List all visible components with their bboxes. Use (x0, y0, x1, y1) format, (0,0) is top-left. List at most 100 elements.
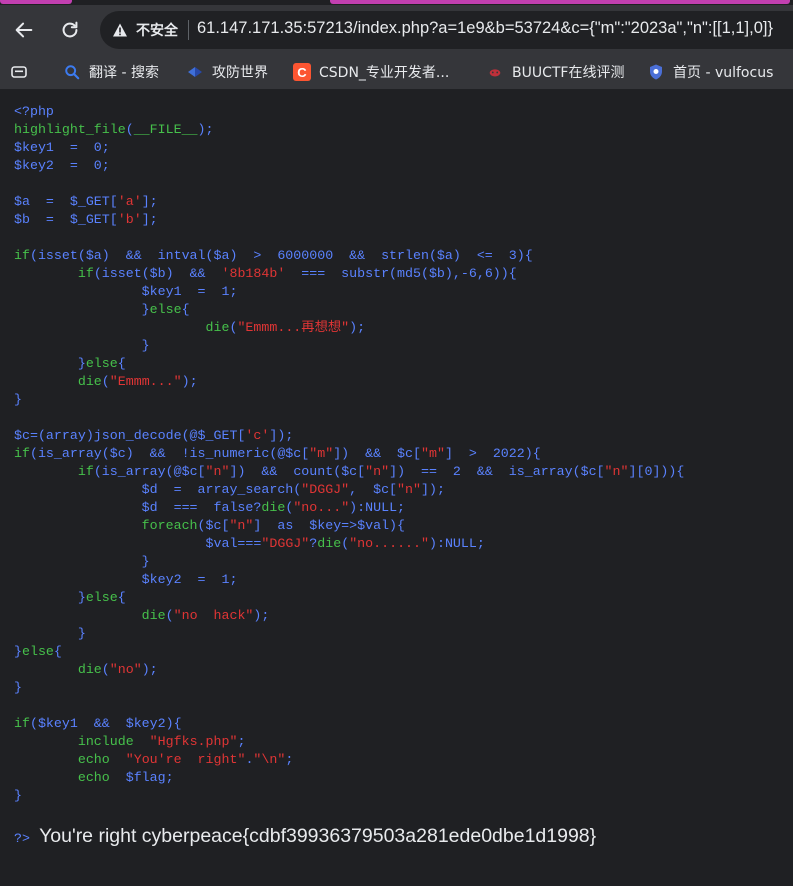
code-token: } (14, 338, 150, 353)
code-token: ($c[ (197, 518, 230, 533)
code-line: if(is_array($c) && !is_numeric(@$c["m"])… (14, 446, 541, 461)
bookmark-vulfocus[interactable]: 首页 - vulfocus (647, 61, 773, 83)
php-source-code: <?php highlight_file(__FILE__); $key1 = … (14, 103, 684, 805)
back-button[interactable] (7, 13, 41, 47)
code-token: ); (253, 608, 270, 623)
code-line: echo "You're right"."\n"; (14, 752, 293, 767)
code-token: "\n" (253, 752, 286, 767)
code-line: foreach($c["n"] as $key=>$val){ (14, 518, 405, 533)
code-token: ]) == 2 && is_array($c[ (389, 464, 605, 479)
code-token: $a = $_GET[ (14, 194, 118, 209)
code-token: $flag; (109, 770, 174, 785)
code-token: "n" (205, 464, 230, 479)
page-content: <?php highlight_file(__FILE__); $key1 = … (0, 90, 793, 886)
code-token: } (14, 788, 22, 803)
code-token: if (14, 248, 30, 263)
code-token: ; (237, 734, 246, 749)
code-token: , $c[ (349, 482, 398, 497)
code-line: $key2 = 0; (14, 158, 110, 173)
php-close-tag: ?> (14, 831, 30, 846)
code-token: 'a' (117, 194, 142, 209)
code-token: { (117, 590, 126, 605)
bookmark-translate[interactable]: 翻译 - 搜索 (63, 61, 159, 83)
adworld-icon (186, 63, 204, 81)
code-token: ]); (421, 482, 445, 497)
browser-toolbar: 不安全 61.147.171.35:57213/index.php?a=1e9&… (0, 5, 793, 55)
code-token: "m" (420, 446, 445, 461)
code-token: ( (101, 374, 110, 389)
code-line: $key1 = 0; (14, 140, 110, 155)
reload-icon (62, 21, 78, 38)
url-text[interactable]: 61.147.171.35:57213/index.php?a=1e9&b=53… (197, 19, 773, 38)
vulfocus-icon (647, 63, 665, 81)
code-token: "no......" (349, 536, 429, 551)
code-line: $key1 = 1; (14, 284, 238, 299)
bookmark-csdn[interactable]: C CSDN_专业开发者... (293, 61, 449, 83)
bookmark-adworld[interactable]: 攻防世界 (186, 61, 268, 83)
code-token: ):NULL; (428, 536, 485, 551)
bookmark-tab-search[interactable] (10, 61, 36, 83)
code-token: ] > 2022){ (444, 446, 541, 461)
code-token: $key1 = 0; (14, 140, 110, 155)
code-line: } (14, 788, 22, 803)
buuctf-icon (486, 63, 504, 81)
reload-button[interactable] (53, 13, 87, 47)
code-token: ] as $key=>$val){ (253, 518, 406, 533)
code-token: "DGGJ" (301, 482, 350, 497)
code-token: ($key1 && $key2){ (29, 716, 182, 731)
code-token: else (149, 302, 182, 317)
address-bar[interactable]: 不安全 61.147.171.35:57213/index.php?a=1e9&… (100, 11, 793, 49)
code-line: } (14, 338, 150, 353)
code-token: "You're right" (125, 752, 246, 767)
code-token: ]; (141, 194, 158, 209)
code-token: 'b' (117, 212, 142, 227)
code-line: } (14, 626, 86, 641)
code-line: } (14, 554, 150, 569)
code-token: ]); (269, 428, 294, 443)
code-line: $val==="DGGJ"?die("no......"):NULL; (14, 536, 485, 551)
code-token: __FILE__ (133, 122, 198, 137)
code-line: }else{ (14, 356, 126, 371)
code-token: { (117, 356, 126, 371)
code-token: ); (181, 374, 198, 389)
warning-triangle-icon (113, 23, 127, 37)
code-line: if(isset($a) && intval($a) > 6000000 && … (14, 248, 533, 263)
code-token: === substr(md5($b),-6,6)){ (285, 266, 517, 281)
code-token: die (77, 374, 102, 389)
code-token: ]) && count($c[ (229, 464, 366, 479)
code-token: die (317, 536, 342, 551)
code-token: 'c' (245, 428, 270, 443)
code-line: }else{ (14, 302, 190, 317)
code-token: else (85, 356, 118, 371)
code-token: } (14, 680, 22, 695)
code-line: include "Hgfks.php"; (14, 734, 246, 749)
code-token: "DGGJ" (261, 536, 310, 551)
code-line: if(isset($b) && '8b184b' === substr(md5(… (14, 266, 517, 281)
code-token: ); (197, 122, 214, 137)
code-token: (isset($a) && intval($a) > 6000000 && st… (29, 248, 533, 263)
code-line: $b = $_GET['b']; (14, 212, 158, 227)
code-token: echo (77, 770, 110, 785)
security-label[interactable]: 不安全 (136, 20, 178, 40)
code-token: (is_array($c) && !is_numeric(@$c[ (29, 446, 310, 461)
code-line: echo $flag; (14, 770, 174, 785)
code-token: $val=== (14, 536, 262, 551)
code-token: (isset($b) && (93, 266, 222, 281)
code-token: ); (141, 662, 158, 677)
code-line: }else{ (14, 590, 126, 605)
code-token: '8b184b' (221, 266, 286, 281)
code-line: die("no"); (14, 662, 158, 677)
code-token: "n" (229, 518, 254, 533)
code-token: $b = $_GET[ (14, 212, 118, 227)
bookmark-buuctf[interactable]: BUUCTF在线评测 (486, 61, 624, 83)
arrow-left-icon (15, 22, 33, 38)
csdn-icon: C (293, 63, 311, 81)
code-token: highlight_file (14, 122, 126, 137)
code-line: }else{ (14, 644, 62, 659)
code-token: if (14, 716, 30, 731)
